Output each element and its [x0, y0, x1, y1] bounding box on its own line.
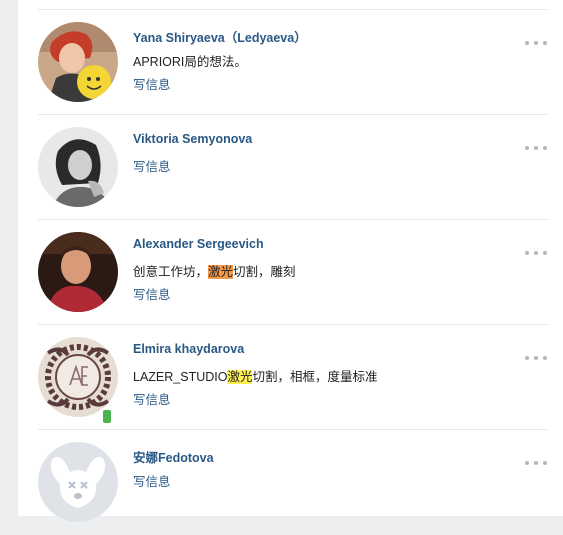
mobile-online-icon: [100, 408, 114, 426]
friend-name[interactable]: 安娜Fedotova: [133, 447, 214, 466]
status-highlight: 激光: [227, 370, 253, 384]
dot-icon: [543, 146, 547, 150]
avatar[interactable]: [38, 127, 118, 207]
friend-row: Yana Shiryaeva（Ledyaeva） APRIORI局的想法。 写信…: [18, 10, 563, 115]
friend-status: APRIORI局的想法。: [133, 51, 247, 70]
write-message-link[interactable]: 写信息: [133, 284, 171, 303]
dot-icon: [525, 251, 529, 255]
dot-icon: [534, 146, 538, 150]
dot-icon: [543, 461, 547, 465]
friend-status: LAZER_STUDIO激光切割，相框，度量标准: [133, 366, 378, 385]
dot-icon: [534, 461, 538, 465]
friend-row: Elmira khaydarova LAZER_STUDIO激光切割，相框，度量…: [18, 325, 563, 430]
dot-icon: [534, 251, 538, 255]
more-actions-button[interactable]: [525, 143, 547, 153]
friend-name[interactable]: Alexander Sergeevich: [133, 237, 264, 251]
more-actions-button[interactable]: [525, 353, 547, 363]
avatar[interactable]: [38, 442, 118, 522]
dot-icon: [543, 356, 547, 360]
dot-icon: [525, 41, 529, 45]
friend-row: Viktoria Semyonova 写信息: [18, 115, 563, 220]
status-text: 创意工作坊，: [133, 265, 209, 279]
friend-status: 创意工作坊，激光切割，雕刻: [133, 261, 296, 280]
avatar-ornament: [38, 337, 118, 417]
avatar[interactable]: [38, 337, 118, 417]
friend-row: Alexander Sergeevich 创意工作坊，激光切割，雕刻 写信息: [18, 220, 563, 325]
more-actions-button[interactable]: [525, 458, 547, 468]
write-message-link[interactable]: 写信息: [133, 74, 171, 93]
friend-name[interactable]: Viktoria Semyonova: [133, 132, 252, 146]
status-text: 切割，雕刻: [233, 265, 296, 279]
status-text: APRIORI局的想法。: [133, 55, 247, 69]
avatar[interactable]: [38, 232, 118, 312]
avatar-photo: [38, 22, 118, 102]
status-text: 切割，相框，度量标准: [252, 370, 378, 384]
friend-row: 安娜Fedotova 写信息: [18, 430, 563, 535]
dot-icon: [543, 41, 547, 45]
more-actions-button[interactable]: [525, 248, 547, 258]
write-message-link[interactable]: 写信息: [133, 389, 171, 408]
avatar-photo: [38, 232, 118, 312]
friend-name[interactable]: Elmira khaydarova: [133, 342, 244, 356]
dot-icon: [525, 356, 529, 360]
dog-avatar-icon: [38, 442, 118, 522]
dot-icon: [534, 356, 538, 360]
write-message-link[interactable]: 写信息: [133, 156, 171, 175]
friends-panel: Yana Shiryaeva（Ledyaeva） APRIORI局的想法。 写信…: [18, 0, 563, 522]
status-text: LAZER_STUDIO: [133, 370, 228, 384]
dot-icon: [543, 251, 547, 255]
write-message-link[interactable]: 写信息: [133, 471, 171, 490]
more-actions-button[interactable]: [525, 38, 547, 48]
status-highlight: 激光: [208, 265, 234, 279]
avatar[interactable]: [38, 22, 118, 102]
dot-icon: [525, 461, 529, 465]
avatar-photo: [38, 127, 118, 207]
friend-name[interactable]: Yana Shiryaeva（Ledyaeva）: [133, 27, 307, 46]
dot-icon: [534, 41, 538, 45]
dot-icon: [525, 146, 529, 150]
